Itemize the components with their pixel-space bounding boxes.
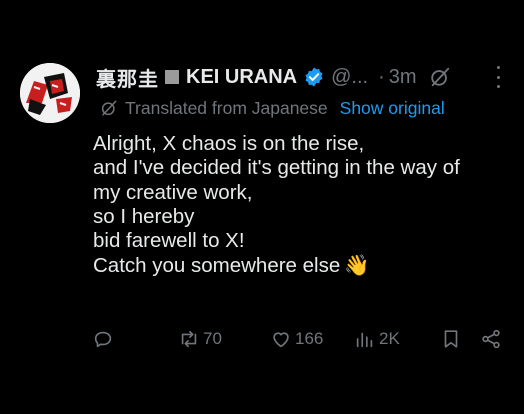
bookmark-icon xyxy=(444,330,458,348)
tweet-text-line: Alright, X chaos is on the rise, xyxy=(93,132,365,155)
verified-badge-icon xyxy=(305,67,323,87)
repost-icon xyxy=(181,330,197,348)
like-count: 166 xyxy=(295,329,324,348)
share-icon xyxy=(482,329,500,349)
views-count: 2K xyxy=(379,329,400,348)
tweet-text-line-last: Catch you somewhere else 👋 xyxy=(93,253,518,278)
reply-icon xyxy=(94,331,112,348)
timestamp[interactable]: 3m xyxy=(389,66,417,89)
waving-hand-emoji: 👋 xyxy=(344,253,370,278)
more-icon[interactable] xyxy=(495,66,501,88)
tweet-text-line: my creative work, xyxy=(93,180,253,204)
views-button[interactable]: 2K xyxy=(354,324,400,354)
name-square-glyph xyxy=(165,70,179,84)
tweet-text-line: so I hereby xyxy=(93,204,195,228)
repost-count: 70 xyxy=(203,329,222,348)
avatar[interactable] xyxy=(20,63,80,123)
tweet-text-line: bid farewell to X! xyxy=(93,229,245,253)
tweet-text: Alright, X chaos is on the rise, and I'v… xyxy=(93,132,518,279)
action-bar: 70 166 2K xyxy=(0,324,524,354)
tweet-text-line: Catch you somewhere else xyxy=(93,254,341,278)
bookmark-button[interactable] xyxy=(440,324,462,354)
tweet-header: 裏那圭 KEI URANA @... · 3m xyxy=(96,62,451,92)
like-button[interactable]: 166 xyxy=(270,324,323,354)
author-handle[interactable]: @... xyxy=(331,66,368,89)
tweet-text-line: and I've decided it's getting in the way… xyxy=(93,156,460,180)
author-name-jp[interactable]: 裏那圭 xyxy=(96,63,159,92)
translate-icon xyxy=(101,100,117,116)
translation-bar: Translated from Japanese Show original xyxy=(100,96,445,120)
share-button[interactable] xyxy=(480,324,502,354)
translation-note: Translated from Japanese xyxy=(125,97,328,118)
author-name[interactable]: KEI URANA xyxy=(186,66,297,89)
separator-dot: · xyxy=(378,65,385,88)
like-icon xyxy=(273,332,289,348)
show-original-link[interactable]: Show original xyxy=(340,98,445,119)
repost-button[interactable]: 70 xyxy=(178,324,222,354)
views-icon xyxy=(356,332,373,348)
grok-icon[interactable] xyxy=(429,66,451,88)
tweet: 裏那圭 KEI URANA @... · 3m Translated from … xyxy=(0,0,524,414)
reply-button[interactable] xyxy=(92,324,117,354)
